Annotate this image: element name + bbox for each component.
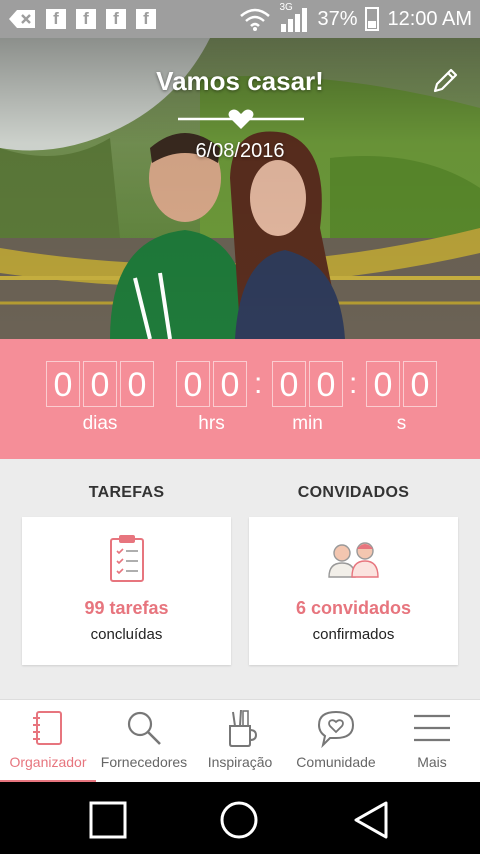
heart-divider xyxy=(178,109,304,129)
nav-label: Mais xyxy=(417,754,447,770)
nav-fornecedores[interactable]: Fornecedores xyxy=(96,700,192,783)
countdown-separator: : xyxy=(254,367,263,400)
countdown-label-seconds: s xyxy=(396,413,407,434)
countdown-digit: 0 xyxy=(272,361,306,407)
nav-organizador[interactable]: Organizador xyxy=(0,700,96,783)
countdown-digit: 0 xyxy=(120,361,154,407)
facebook-icon: f xyxy=(46,9,66,29)
home-icon[interactable] xyxy=(219,800,259,840)
battery-icon xyxy=(365,7,380,31)
countdown-digit: 0 xyxy=(213,361,247,407)
convidados-count: 6 convidados xyxy=(295,598,412,618)
tarefas-title: TAREFAS xyxy=(88,484,165,501)
hero-title: Vamos casar! xyxy=(156,66,324,96)
menu-icon xyxy=(414,714,450,742)
clock: 12:00 AM xyxy=(387,7,472,30)
battery-percentage: 37% xyxy=(317,7,358,30)
countdown-digit: 0 xyxy=(83,361,117,407)
nav-inspiracao[interactable]: Inspiração xyxy=(192,700,288,783)
bottom-navigation: Organizador Fornecedores Inspiração Comu… xyxy=(0,699,480,783)
nav-comunidade[interactable]: Comunidade xyxy=(288,700,384,783)
convidados-card[interactable]: 6 convidados confirmados xyxy=(249,517,458,665)
nav-label: Fornecedores xyxy=(100,754,188,770)
clipboard-checklist-icon xyxy=(110,535,144,582)
countdown-digit: 0 xyxy=(176,361,210,407)
back-icon[interactable] xyxy=(351,800,391,840)
countdown-panel: 0 0 0 0 0 : 0 0 : 0 0 dias hrs min s xyxy=(0,339,480,459)
nav-label: Inspiração xyxy=(207,754,273,770)
back-arrow-icon xyxy=(9,10,35,28)
convidados-title: CONVIDADOS xyxy=(297,484,410,501)
guests-couple-icon xyxy=(328,542,379,578)
tarefas-count: 99 tarefas xyxy=(84,598,169,618)
facebook-icon: f xyxy=(76,9,96,29)
convidados-status: confirmados xyxy=(312,626,395,643)
nav-label: Comunidade xyxy=(296,754,376,770)
countdown-digit: 0 xyxy=(46,361,80,407)
heart-icon xyxy=(228,109,254,129)
countdown-label-days: dias xyxy=(82,413,118,434)
tarefas-status: concluídas xyxy=(90,626,163,643)
signal-icon: 3G xyxy=(279,2,309,32)
countdown-digit: 0 xyxy=(309,361,343,407)
wifi-icon xyxy=(240,8,271,31)
nav-mais[interactable]: Mais xyxy=(384,700,480,783)
countdown-label-hours: hrs xyxy=(198,413,225,434)
nav-label: Organizador xyxy=(9,754,87,770)
wedding-date: 6/08/2016 xyxy=(195,140,285,162)
pencil-cup-icon xyxy=(229,709,258,747)
countdown-digit: 0 xyxy=(366,361,400,407)
countdown-label-minutes: min xyxy=(292,413,323,434)
pencil-icon[interactable] xyxy=(430,66,460,96)
notebook-icon xyxy=(33,711,62,745)
facebook-icon: f xyxy=(136,9,156,29)
status-bar: f f f f 3G 37% 12:00 AM xyxy=(0,0,480,38)
facebook-icon: f xyxy=(106,9,126,29)
chat-heart-icon xyxy=(317,710,355,748)
recent-apps-icon[interactable] xyxy=(88,800,128,840)
system-navigation-bar xyxy=(0,782,480,854)
couple-photo-header: Vamos casar! 6/08/2016 xyxy=(0,38,480,339)
tarefas-card[interactable]: 99 tarefas concluídas xyxy=(22,517,231,665)
countdown-separator: : xyxy=(349,367,358,400)
countdown-digit: 0 xyxy=(403,361,437,407)
search-icon xyxy=(127,711,161,745)
